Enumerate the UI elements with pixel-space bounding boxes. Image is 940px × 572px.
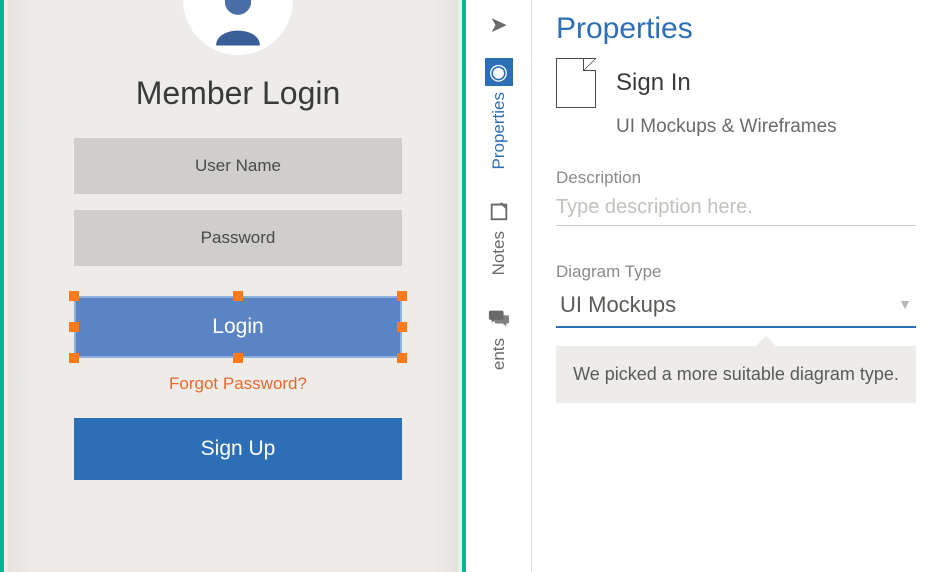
notes-icon (485, 197, 513, 225)
paper-shadow-right (430, 0, 458, 572)
forgot-password-label: Forgot Password? (169, 374, 307, 393)
resize-handle-tl[interactable] (69, 291, 79, 301)
resize-handle-mr[interactable] (397, 322, 407, 332)
resize-handle-tm[interactable] (233, 291, 243, 301)
tab-notes[interactable]: Notes (466, 183, 531, 289)
login-button-selection[interactable]: Login (74, 296, 402, 358)
diagram-type-group: Diagram Type UI Mockups ▼ We picked a mo… (556, 262, 916, 403)
document-icon (556, 58, 596, 108)
description-group: Description (556, 168, 916, 226)
comments-icon (485, 304, 513, 332)
tab-properties-label: Properties (489, 92, 509, 169)
forgot-password-link[interactable]: Forgot Password? (74, 374, 402, 394)
panel-title: Properties (556, 12, 916, 46)
login-button-label: Login (212, 315, 263, 339)
document-subtitle: UI Mockups & Wireframes (616, 116, 916, 138)
login-title: Member Login (74, 75, 402, 112)
properties-panel: Properties Sign In UI Mockups & Wirefram… (532, 0, 940, 572)
description-label: Description (556, 168, 916, 188)
password-placeholder: Password (201, 228, 276, 248)
avatar-icon (183, 0, 293, 55)
resize-handle-bl[interactable] (69, 353, 79, 363)
diagram-type-value: UI Mockups (556, 286, 916, 328)
vertical-tabs: ➤ ◉ Properties Notes ents (466, 0, 532, 572)
arrow-right-icon: ➤ (489, 12, 507, 38)
properties-icon: ◉ (485, 58, 513, 86)
resize-handle-br[interactable] (397, 353, 407, 363)
design-canvas[interactable]: Member Login User Name Password A ⚭ Logi… (0, 0, 466, 572)
login-card: Member Login User Name Password A ⚭ Logi… (74, 0, 402, 480)
document-name[interactable]: Sign In (616, 69, 691, 97)
paper-shadow-left (8, 0, 36, 572)
tab-notes-label: Notes (489, 231, 509, 275)
chevron-down-icon: ▼ (898, 296, 912, 312)
tab-properties[interactable]: ◉ Properties (466, 44, 531, 183)
document-header: Sign In (556, 58, 916, 108)
resize-handle-tr[interactable] (397, 291, 407, 301)
signup-button-label: Sign Up (201, 437, 276, 461)
description-input[interactable] (556, 192, 916, 226)
username-placeholder: User Name (195, 156, 281, 176)
diagram-type-select[interactable]: UI Mockups ▼ (556, 286, 916, 328)
resize-handle-ml[interactable] (69, 322, 79, 332)
login-button[interactable]: Login (74, 296, 402, 358)
collapse-panel-button[interactable]: ➤ (466, 6, 531, 44)
tab-comments-label: ents (489, 338, 509, 370)
tab-comments[interactable]: ents (466, 290, 531, 384)
resize-handle-bm[interactable] (233, 353, 243, 363)
password-field[interactable]: Password (74, 210, 402, 266)
diagram-type-tooltip: We picked a more suitable diagram type. (556, 346, 916, 403)
tooltip-text: We picked a more suitable diagram type. (573, 364, 899, 384)
username-field[interactable]: User Name (74, 138, 402, 194)
diagram-type-label: Diagram Type (556, 262, 916, 282)
signup-button[interactable]: Sign Up (74, 418, 402, 480)
